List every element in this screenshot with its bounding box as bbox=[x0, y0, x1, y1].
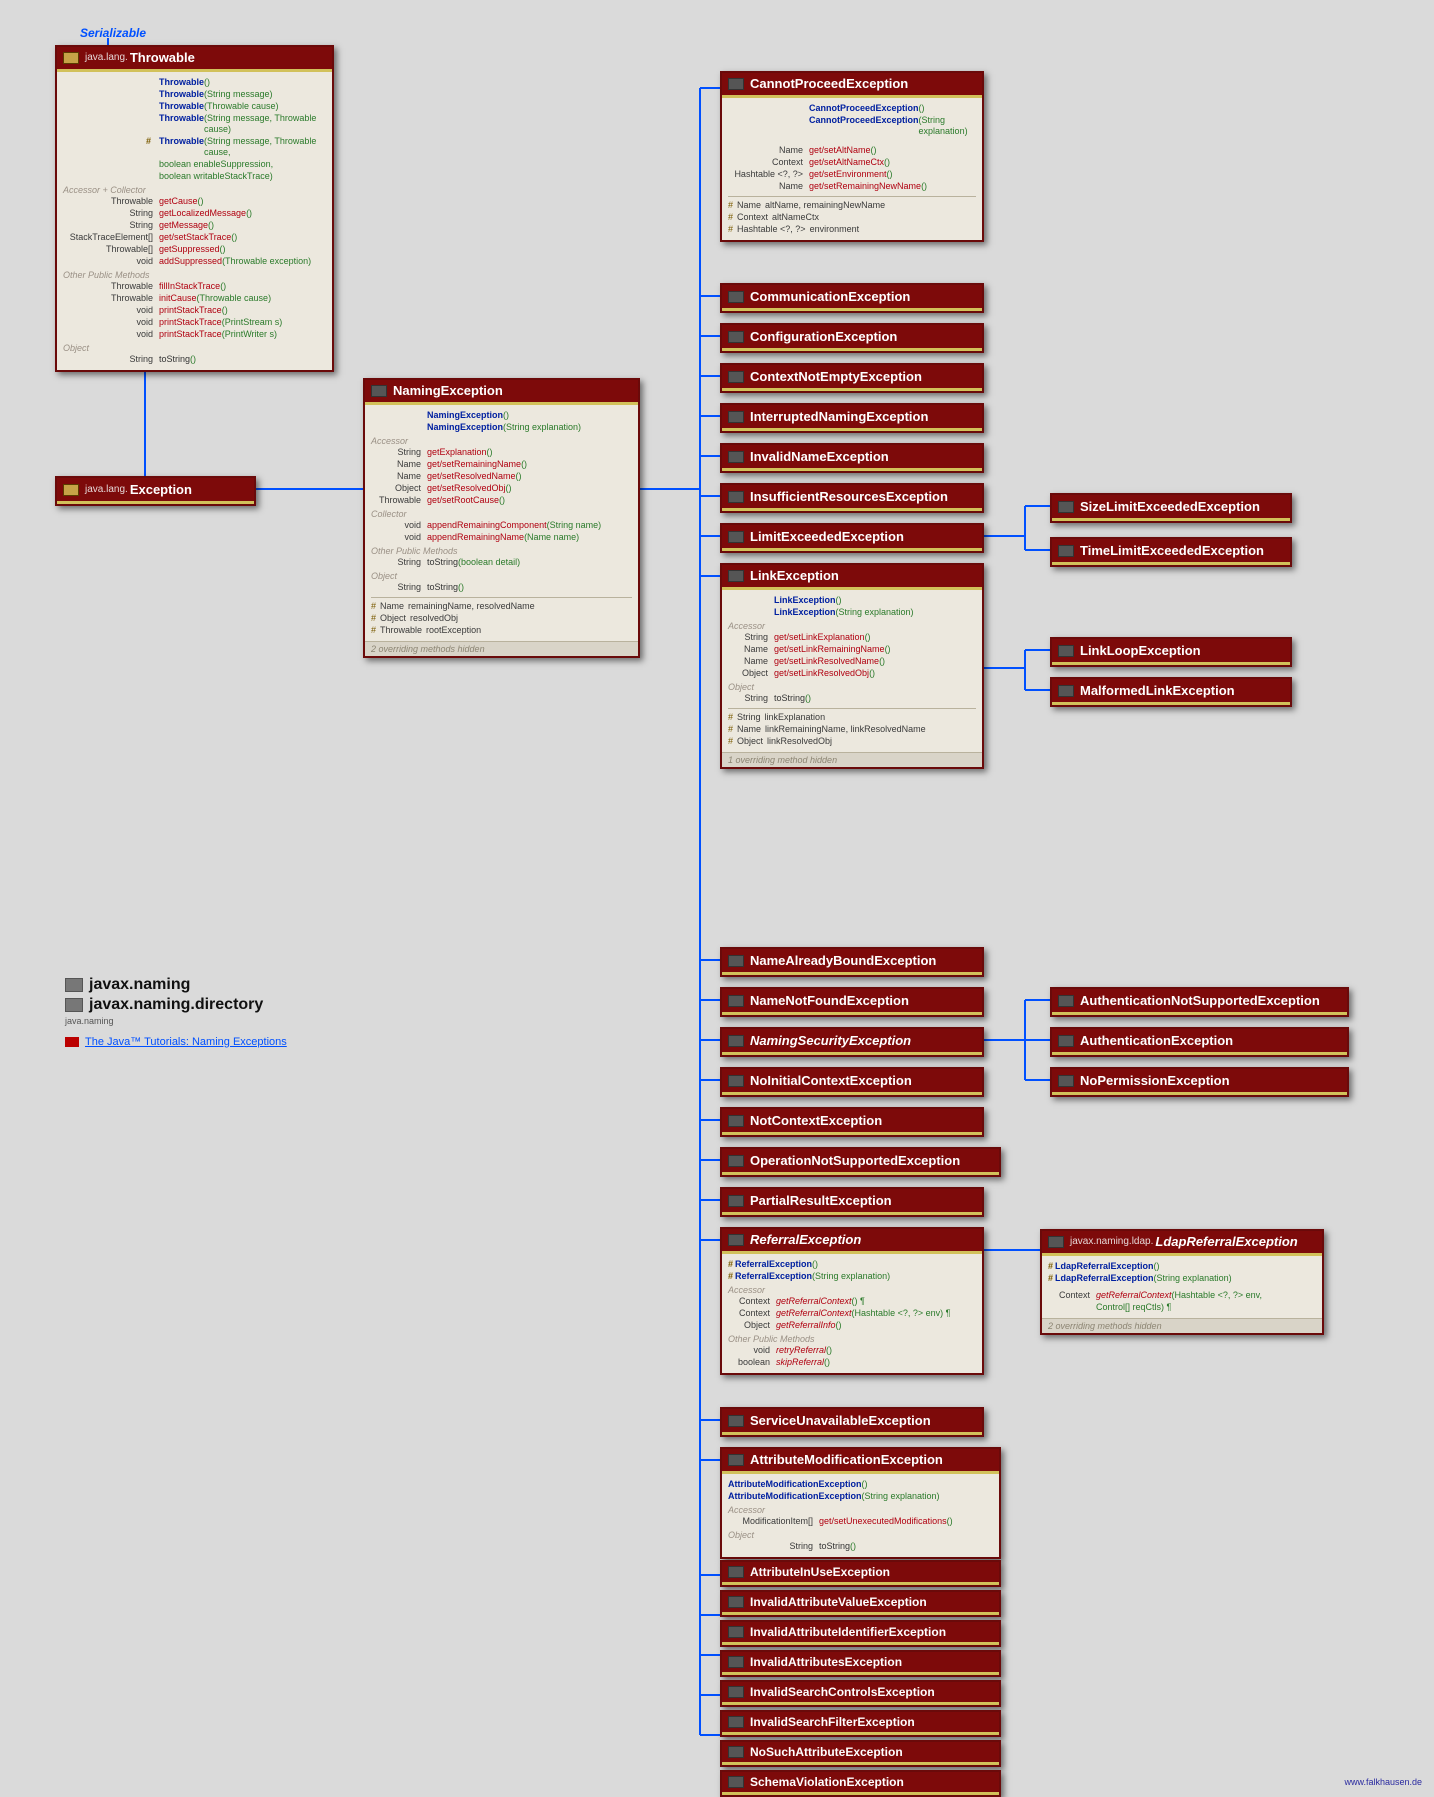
class-icon bbox=[1058, 545, 1074, 557]
class-icon bbox=[728, 995, 744, 1007]
class-icon bbox=[1058, 1075, 1074, 1087]
class-icon bbox=[728, 1566, 744, 1578]
class-auth-not-supported: AuthenticationNotSupportedException bbox=[1050, 987, 1349, 1017]
class-service-unavailable: ServiceUnavailableException bbox=[720, 1407, 984, 1437]
class-insufficient: InsufficientResourcesException bbox=[720, 483, 984, 513]
class-communication: CommunicationException bbox=[720, 283, 984, 313]
class-icon bbox=[728, 1115, 744, 1127]
class-invalid-attribute-identifier-b: InvalidAttributeIdentifierException bbox=[720, 1620, 1001, 1647]
class-attribute-modification: AttributeModificationException Attribute… bbox=[720, 1447, 1001, 1559]
class-icon bbox=[728, 411, 744, 423]
class-icon bbox=[1058, 501, 1074, 513]
class-icon bbox=[728, 1234, 744, 1246]
legend-pkg-2: javax.naming.directory bbox=[65, 996, 425, 1014]
class-malformed-link: MalformedLinkException bbox=[1050, 677, 1292, 707]
class-cannot-proceed: CannotProceedException CannotProceedExce… bbox=[720, 71, 984, 242]
diagram-canvas: Serializable java.lang. Throwable Throwa… bbox=[0, 0, 1434, 1793]
class-name-already-bound: NameAlreadyBoundException bbox=[720, 947, 984, 977]
class-invalid-search-filter-b: InvalidSearchFilterException bbox=[720, 1710, 1001, 1737]
class-icon bbox=[728, 1776, 744, 1788]
class-icon bbox=[728, 1155, 744, 1167]
class-icon bbox=[728, 1195, 744, 1207]
class-icon bbox=[728, 371, 744, 383]
class-icon bbox=[728, 1596, 744, 1608]
tutorial-icon bbox=[65, 1037, 79, 1047]
class-referral: ReferralException #ReferralException() #… bbox=[720, 1227, 984, 1375]
class-icon bbox=[728, 491, 744, 503]
class-icon bbox=[728, 1686, 744, 1698]
class-icon bbox=[728, 1075, 744, 1087]
class-invalid-name: InvalidNameException bbox=[720, 443, 984, 473]
class-invalid-attributes-b: InvalidAttributesException bbox=[720, 1650, 1001, 1677]
class-icon bbox=[728, 1716, 744, 1728]
package-icon bbox=[65, 978, 83, 992]
class-invalid-attribute-value-b: InvalidAttributeValueException bbox=[720, 1590, 1001, 1617]
class-icon bbox=[728, 291, 744, 303]
class-time-limit: TimeLimitExceededException bbox=[1050, 537, 1292, 567]
throwable-header: java.lang. Throwable bbox=[57, 47, 332, 72]
class-configuration: ConfigurationException bbox=[720, 323, 984, 353]
class-authentication: AuthenticationException bbox=[1050, 1027, 1349, 1057]
class-icon bbox=[728, 1415, 744, 1427]
class-throwable: java.lang. Throwable Throwable() Throwab… bbox=[55, 45, 334, 372]
class-attribute-in-use-b: AttributeInUseException bbox=[720, 1560, 1001, 1587]
class-icon bbox=[1048, 1236, 1064, 1248]
class-operation-not-supported: OperationNotSupportedException bbox=[720, 1147, 1001, 1177]
legend: javax.naming javax.naming.directory java… bbox=[65, 976, 425, 1048]
throwable-body: Throwable() Throwable(String message) Th… bbox=[57, 72, 332, 370]
class-icon bbox=[728, 1746, 744, 1758]
class-icon bbox=[371, 385, 387, 397]
class-invalid-search-controls-b: InvalidSearchControlsException bbox=[720, 1680, 1001, 1707]
class-ldap-referral: javax.naming.ldap.LdapReferralException … bbox=[1040, 1229, 1324, 1335]
class-icon bbox=[728, 1454, 744, 1466]
legend-pkg-1: javax.naming bbox=[65, 976, 425, 994]
class-name-not-found: NameNotFoundException bbox=[720, 987, 984, 1017]
class-icon bbox=[63, 484, 79, 496]
class-icon bbox=[728, 1035, 744, 1047]
class-exception: java.lang. Exception bbox=[55, 476, 256, 506]
package-icon bbox=[65, 998, 83, 1012]
class-icon bbox=[728, 451, 744, 463]
class-icon bbox=[1058, 685, 1074, 697]
class-naming-exception: NamingException NamingException() Naming… bbox=[363, 378, 640, 658]
class-icon bbox=[728, 1656, 744, 1668]
class-size-limit: SizeLimitExceededException bbox=[1050, 493, 1292, 523]
class-icon bbox=[1058, 995, 1074, 1007]
class-icon bbox=[728, 955, 744, 967]
class-no-such-attribute-b: NoSuchAttributeException bbox=[720, 1740, 1001, 1767]
class-not-context: NotContextException bbox=[720, 1107, 984, 1137]
class-icon bbox=[1058, 1035, 1074, 1047]
class-icon bbox=[728, 570, 744, 582]
class-interrupted: InterruptedNamingException bbox=[720, 403, 984, 433]
tutorial-link[interactable]: The Java™ Tutorials: Naming Exceptions bbox=[65, 1036, 425, 1048]
class-context-not-empty: ContextNotEmptyException bbox=[720, 363, 984, 393]
class-partial-result: PartialResultException bbox=[720, 1187, 984, 1217]
serializable-label: Serializable bbox=[80, 26, 146, 40]
class-icon bbox=[63, 52, 79, 64]
class-icon bbox=[728, 531, 744, 543]
class-no-initial-context: NoInitialContextException bbox=[720, 1067, 984, 1097]
class-no-permission: NoPermissionException bbox=[1050, 1067, 1349, 1097]
class-icon bbox=[1058, 645, 1074, 657]
class-icon bbox=[728, 78, 744, 90]
class-icon bbox=[728, 1626, 744, 1638]
credit: www.falkhausen.de bbox=[1344, 1777, 1422, 1787]
class-naming-security: NamingSecurityException bbox=[720, 1027, 984, 1057]
class-link-exception: LinkException LinkException() LinkExcept… bbox=[720, 563, 984, 769]
class-link-loop: LinkLoopException bbox=[1050, 637, 1292, 667]
class-icon bbox=[728, 331, 744, 343]
class-limit-exceeded: LimitExceededException bbox=[720, 523, 984, 553]
